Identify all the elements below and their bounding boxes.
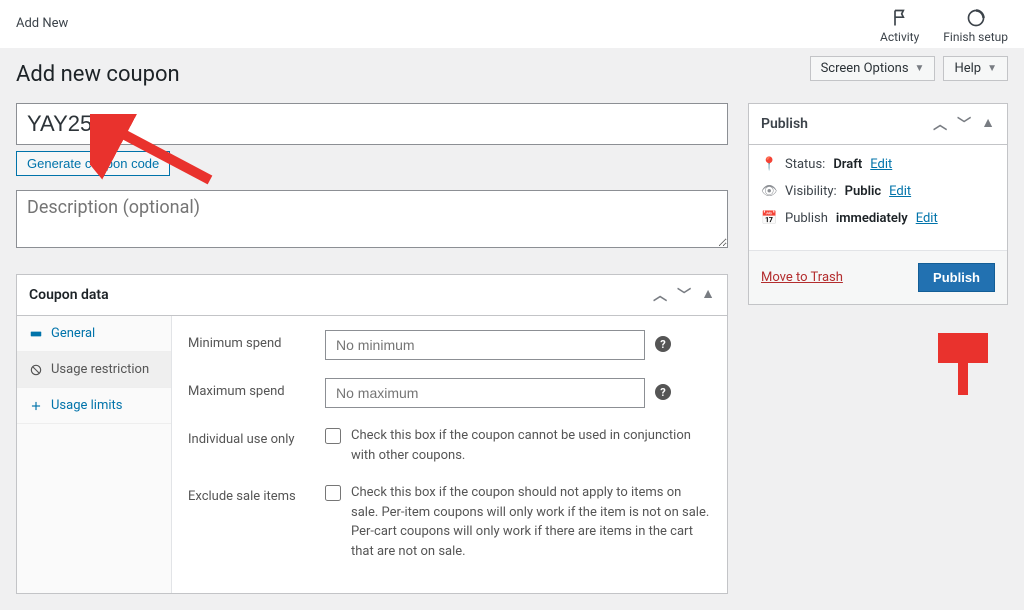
finish-setup-label: Finish setup [943,30,1008,44]
calendar-icon: 📅 [761,211,777,226]
breadcrumb-add-new[interactable]: Add New [16,8,68,31]
edit-publish-time-link[interactable]: Edit [916,211,938,226]
activity-link[interactable]: Activity [880,8,919,44]
publish-time-label: Publish [785,211,828,226]
edit-status-link[interactable]: Edit [870,157,892,172]
minimum-spend-label: Minimum spend [188,330,313,351]
coupon-data-panel: Coupon data ︿ ﹀ ▲ General [16,274,728,594]
maximum-spend-input[interactable] [325,378,645,408]
finish-setup-link[interactable]: Finish setup [943,8,1008,44]
plus-icon [29,399,43,413]
individual-use-checkbox[interactable] [325,428,341,444]
help-icon[interactable]: ? [655,384,671,400]
activity-label: Activity [880,30,919,44]
publish-time-value: immediately [836,211,908,226]
individual-use-help: Check this box if the coupon cannot be u… [351,426,711,465]
ticket-icon [29,327,43,341]
tab-usage-limits[interactable]: Usage limits [17,388,171,424]
panel-down-icon[interactable]: ﹀ [957,114,971,134]
exclude-sale-help: Check this box if the coupon should not … [351,483,711,561]
description-input[interactable] [16,190,728,248]
edit-visibility-link[interactable]: Edit [889,184,911,199]
status-value: Draft [833,157,862,172]
tab-usage-restriction[interactable]: Usage restriction [17,352,171,388]
ban-icon [29,363,43,377]
chevron-down-icon: ▼ [915,63,925,74]
chevron-down-icon: ▼ [987,63,997,74]
pin-icon: 📍 [761,157,777,172]
panel-toggle-icon[interactable]: ▲ [981,114,995,134]
maximum-spend-label: Maximum spend [188,378,313,399]
publish-button[interactable]: Publish [918,263,995,292]
panel-up-icon[interactable]: ︿ [653,285,667,305]
generate-coupon-code-button[interactable]: Generate coupon code [16,151,170,176]
coupon-code-input[interactable] [16,103,728,145]
publish-title: Publish [761,116,808,132]
panel-up-icon[interactable]: ︿ [933,114,947,134]
panel-toggle-icon[interactable]: ▲ [701,285,715,305]
help-icon[interactable]: ? [655,336,671,352]
panel-down-icon[interactable]: ﹀ [677,285,691,305]
tab-general[interactable]: General [17,316,171,352]
exclude-sale-label: Exclude sale items [188,483,313,504]
coupon-data-title: Coupon data [29,287,109,303]
publish-panel: Publish ︿ ﹀ ▲ 📍 Status: Draft Edit [748,103,1008,305]
exclude-sale-checkbox[interactable] [325,485,341,501]
move-to-trash-link[interactable]: Move to Trash [761,270,843,285]
individual-use-label: Individual use only [188,426,313,447]
screen-options-button[interactable]: Screen Options ▼ [810,56,936,81]
help-button[interactable]: Help ▼ [943,56,1008,81]
progress-circle-icon [966,8,986,28]
flag-icon [890,8,910,28]
status-label: Status: [785,157,825,172]
visibility-value: Public [845,184,881,199]
eye-icon: 👁 [761,184,777,199]
visibility-label: Visibility: [785,184,837,199]
minimum-spend-input[interactable] [325,330,645,360]
